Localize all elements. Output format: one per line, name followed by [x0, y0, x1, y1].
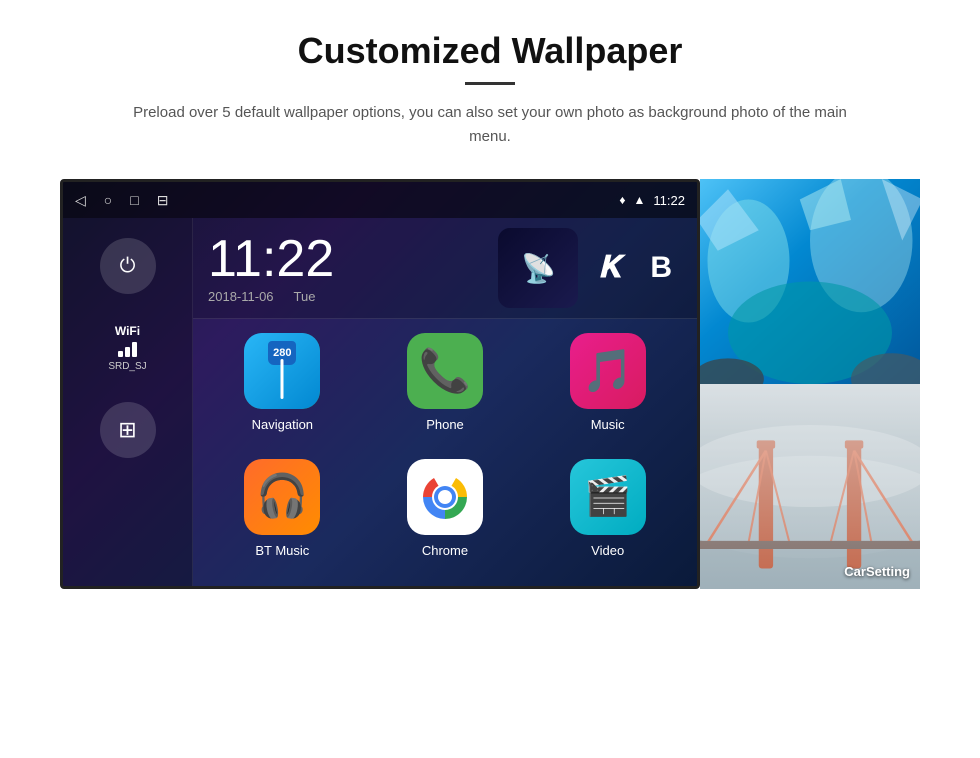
power-button[interactable]: ⏻ [100, 238, 156, 294]
music-icon: 🎵 [570, 333, 646, 409]
signal-app-icon[interactable]: 📡 [498, 228, 578, 308]
wifi-status-icon: ▲ [634, 193, 646, 207]
wifi-label: WiFi [115, 324, 140, 338]
btmusic-label: BT Music [255, 543, 309, 558]
clock-date: 2018-11-06 [208, 289, 274, 304]
signal-wifi-icon: 📡 [521, 252, 556, 285]
screenshot-icon[interactable]: ⊟ [157, 192, 169, 209]
phone-label: Phone [426, 417, 464, 432]
carsetting-label: CarSetting [844, 564, 910, 579]
phone-icon: 📞 [407, 333, 483, 409]
ice-cave-svg [700, 179, 920, 384]
app-item-music[interactable]: 🎵 Music [532, 333, 683, 447]
chrome-icon [407, 459, 483, 535]
wallpaper-thumb-ice[interactable] [700, 179, 920, 384]
clock-info: 11:22 2018-11-06 Tue [208, 233, 488, 304]
nav-road [281, 359, 284, 399]
video-symbol: 🎬 [584, 475, 631, 519]
apps-grid-icon: ⊞ [118, 417, 136, 443]
app-item-chrome[interactable]: Chrome [370, 459, 521, 573]
b-app-icon[interactable]: B [640, 251, 682, 285]
wifi-widget[interactable]: WiFi SRD_SJ [108, 324, 146, 372]
navigation-icon: 280 [244, 333, 320, 409]
wifi-bar-2 [125, 347, 130, 357]
page-subtitle: Preload over 5 default wallpaper options… [130, 101, 850, 149]
music-symbol: 🎵 [582, 347, 634, 396]
wifi-bar-1 [118, 351, 123, 357]
btmusic-icon: 🎧 [244, 459, 320, 535]
navigation-label: Navigation [252, 417, 313, 432]
wifi-bar-3 [132, 342, 137, 357]
wallpaper-panel: CarSetting [700, 179, 920, 589]
page-title: Customized Wallpaper [298, 30, 683, 72]
clock-day: Tue [294, 289, 316, 304]
k-app-icon[interactable]: 𝐊 [588, 251, 630, 285]
power-icon: ⏻ [120, 255, 136, 278]
bridge-svg [700, 384, 920, 589]
back-icon[interactable]: ◁ [75, 192, 86, 209]
status-bar: ◁ ○ □ ⊟ ♦ ▲ 11:22 [63, 182, 697, 218]
title-divider [465, 82, 515, 85]
app-item-phone[interactable]: 📞 Phone [370, 333, 521, 447]
chrome-svg [407, 459, 483, 535]
clock-time: 11:22 [208, 233, 488, 285]
app-grid: 280 Navigation 📞 Phone [193, 319, 697, 586]
clock-date-row: 2018-11-06 Tue [208, 289, 488, 304]
video-label: Video [591, 543, 624, 558]
phone-symbol: 📞 [419, 347, 471, 396]
home-icon[interactable]: ○ [104, 192, 112, 208]
android-screen: ◁ ○ □ ⊟ ♦ ▲ 11:22 ⏻ WiFi [60, 179, 700, 589]
clock-section: 11:22 2018-11-06 Tue 📡 𝐊 B [193, 218, 697, 319]
status-right: ♦ ▲ 11:22 [619, 193, 685, 208]
screen-container: ◁ ○ □ ⊟ ♦ ▲ 11:22 ⏻ WiFi [60, 179, 920, 589]
app-item-navigation[interactable]: 280 Navigation [207, 333, 358, 447]
wifi-network-name: SRD_SJ [108, 361, 146, 372]
nav-icons: ◁ ○ □ ⊟ [75, 192, 168, 209]
nav-map-inner: 280 [244, 333, 320, 409]
app-item-btmusic[interactable]: 🎧 BT Music [207, 459, 358, 573]
recents-icon[interactable]: □ [130, 192, 138, 208]
chrome-label: Chrome [422, 543, 468, 558]
apps-button[interactable]: ⊞ [100, 402, 156, 458]
btmusic-symbol: 🎧 [256, 472, 308, 521]
wifi-bars [118, 342, 137, 357]
screen-body: ⏻ WiFi SRD_SJ ⊞ [63, 218, 697, 586]
main-content: 11:22 2018-11-06 Tue 📡 𝐊 B [193, 218, 697, 586]
video-icon: 🎬 [570, 459, 646, 535]
location-icon: ♦ [619, 193, 625, 207]
status-time: 11:22 [653, 193, 685, 208]
wallpaper-thumb-bridge[interactable]: CarSetting [700, 384, 920, 589]
left-sidebar: ⏻ WiFi SRD_SJ ⊞ [63, 218, 193, 586]
app-item-video[interactable]: 🎬 Video [532, 459, 683, 573]
music-label: Music [591, 417, 625, 432]
